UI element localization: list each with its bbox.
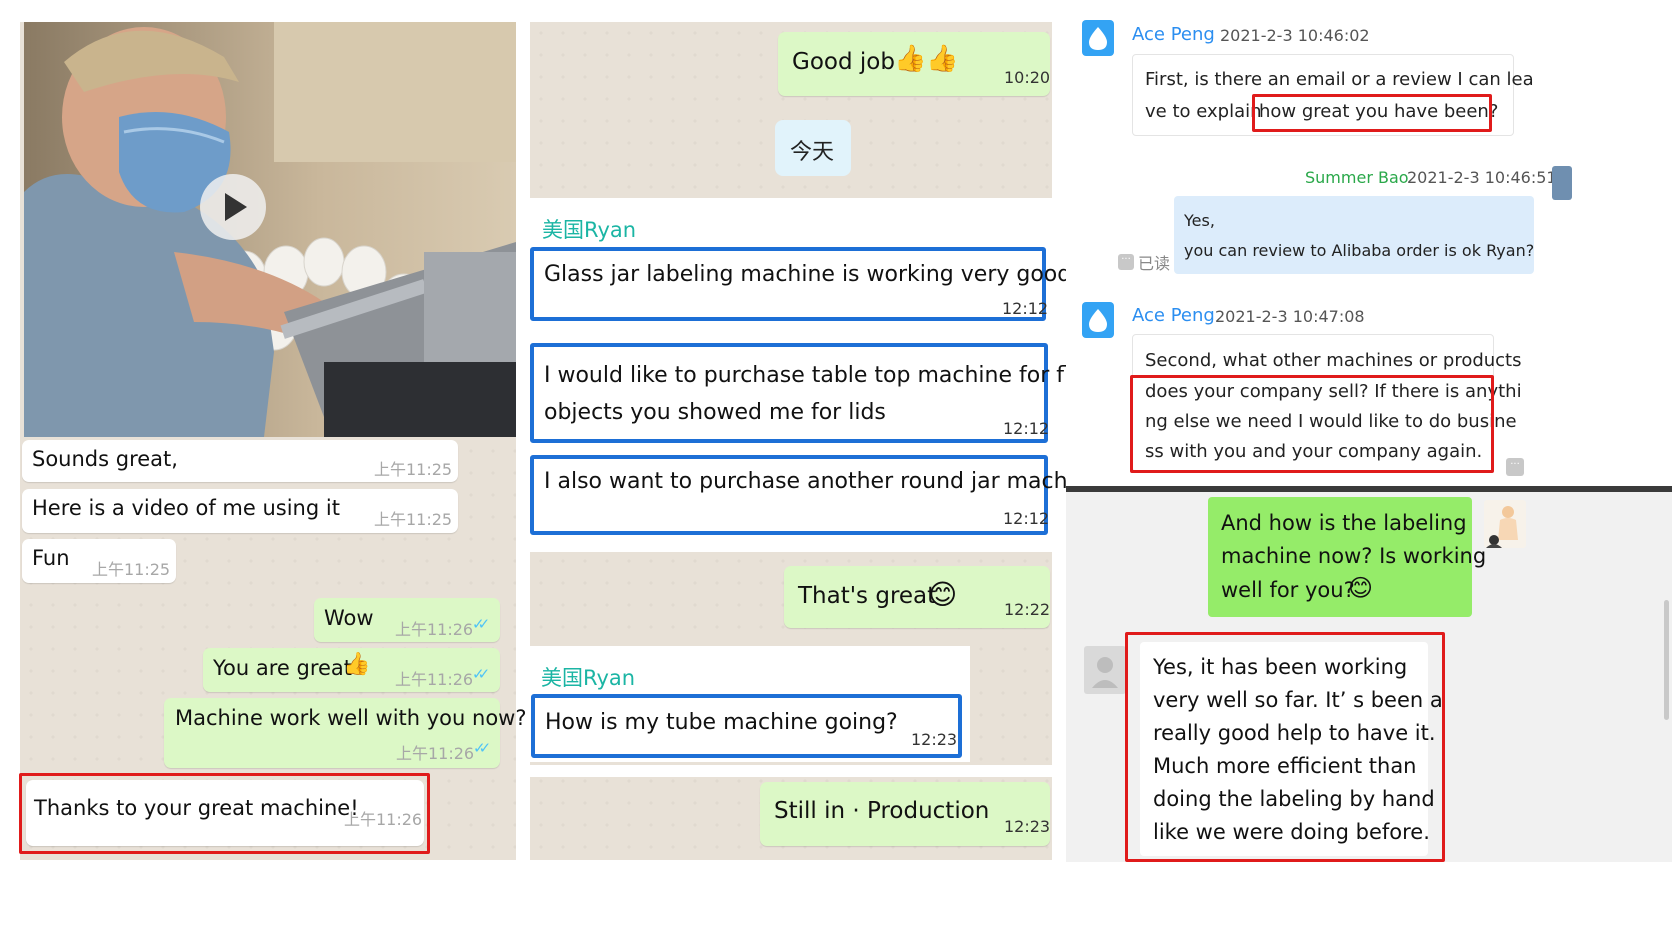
more-icon[interactable]: ··· — [1118, 254, 1134, 270]
sender-name: 美国Ryan — [542, 218, 637, 242]
message-text: Sounds great, — [32, 447, 178, 471]
sender-name: Summer Bao — [1305, 168, 1409, 187]
default-user-icon — [1092, 657, 1118, 688]
avatar — [1552, 166, 1572, 200]
message-bubble-outgoing: And how is the labeling machine now? Is … — [1208, 497, 1486, 617]
message-time: 12:12 — [1003, 419, 1050, 438]
highlight-box-blue: How is my tube machine going? 12:23 — [531, 694, 962, 758]
message-text: You are great — [213, 656, 353, 680]
message-text: Still in · Production — [774, 798, 990, 824]
more-icon[interactable]: ··· — [1506, 458, 1524, 476]
message-bubble-outgoing: That's great 😊 12:22 — [784, 566, 1050, 628]
message-time: 上午11:25 — [374, 510, 453, 529]
highlight-box-blue: I would like to purchase table top machi… — [530, 343, 1092, 443]
message-time: 上午11:26 — [395, 670, 474, 689]
message-time: 12:23 — [1004, 817, 1051, 836]
message-text: Good job — [792, 49, 895, 75]
video-scene — [24, 22, 516, 437]
message-text: Machine work well with you now? — [175, 706, 527, 730]
message-text: And how is the labeling — [1221, 511, 1467, 535]
play-button[interactable] — [200, 174, 266, 240]
message-time: 2021-2-3 10:47:08 — [1215, 307, 1365, 326]
read-status: 已读 — [1138, 254, 1171, 273]
video-thumbnail[interactable] — [24, 22, 516, 437]
thumbs-up-emoji-icon: 👍 — [343, 652, 371, 677]
highlight-box-blue: Glass jar labeling machine is working ve… — [530, 247, 1078, 321]
message-text: ve to explain — [1145, 101, 1262, 122]
scrollbar[interactable] — [1664, 600, 1669, 720]
highlight-box — [1252, 94, 1492, 132]
message-text: Yes, — [1184, 211, 1215, 230]
panel-separator — [530, 765, 1052, 777]
message-text: well for you? — [1221, 578, 1355, 602]
message-time: 上午11:25 — [374, 460, 453, 479]
avatar — [1484, 500, 1526, 548]
play-icon — [225, 193, 247, 221]
panel-separator — [530, 198, 1052, 206]
message-time: 12:23 — [911, 730, 958, 749]
message-time: 2021-2-3 10:46:02 — [1220, 26, 1370, 45]
message-bubble-outgoing: Yes, you can review to Alibaba order is … — [1174, 196, 1534, 274]
highlight-box — [1125, 632, 1445, 862]
message-text: I would like to purchase table top machi… — [544, 363, 1093, 388]
message-text: Glass jar labeling machine is working ve… — [544, 262, 1079, 287]
read-ticks-icon: ✓✓ — [472, 665, 490, 683]
message-bubble-outgoing: Wow 上午11:26 ✓✓ — [314, 598, 500, 642]
message-bubble-outgoing: Good job 👍👍 10:20 — [778, 32, 1050, 96]
panel-separator — [530, 542, 1052, 552]
read-ticks-icon: ✓✓ — [473, 739, 491, 757]
message-time: 上午11:26 — [396, 744, 475, 763]
message-text: That's great — [798, 583, 937, 609]
highlight-box — [1130, 375, 1494, 473]
drop-logo-icon — [1089, 309, 1107, 332]
message-text: machine now? Is working — [1221, 544, 1487, 568]
message-bubble-outgoing: Machine work well with you now? 上午11:26 … — [164, 698, 526, 768]
highlight-box — [19, 773, 430, 854]
message-time: 2021-2-3 10:46:51 — [1407, 168, 1557, 187]
message-bubble: Sounds great, 上午11:25 — [22, 440, 458, 482]
cartoon-avatar-icon — [1486, 506, 1518, 548]
message-time: 上午11:25 — [92, 560, 171, 579]
avatar — [1082, 20, 1114, 56]
avatar — [1084, 646, 1126, 694]
sender-name: Ace Peng — [1132, 24, 1215, 45]
avatar — [1082, 302, 1114, 338]
sender-name: 美国Ryan — [541, 666, 636, 690]
message-text: How is my tube machine going? — [545, 710, 898, 735]
message-time: 12:12 — [1003, 509, 1050, 528]
message-bubble-outgoing: You are great 👍 上午11:26 ✓✓ — [203, 648, 500, 692]
thumbs-up-emoji-icon: 👍👍 — [894, 44, 959, 74]
message-text: First, is there an email or a review I c… — [1145, 69, 1534, 90]
highlight-box-blue: I also want to purchase another round ja… — [530, 455, 1101, 535]
date-chip-label: 今天 — [790, 140, 835, 165]
message-text: I also want to purchase another round ja… — [544, 469, 1102, 494]
message-bubble-outgoing: Still in · Production 12:23 — [760, 782, 1050, 846]
sender-name: Ace Peng — [1132, 305, 1215, 326]
message-time: 12:12 — [1002, 299, 1049, 318]
drop-logo-icon — [1089, 27, 1107, 50]
message-text: Here is a video of me using it — [32, 496, 340, 520]
smiling-emoji-icon: 😊 — [1348, 574, 1374, 602]
read-ticks-icon: ✓✓ — [472, 615, 490, 633]
message-bubble: Fun 上午11:25 — [22, 539, 176, 583]
message-text: Wow — [324, 606, 374, 630]
message-text: Second, what other machines or products — [1145, 350, 1522, 371]
message-time: 上午11:26 — [395, 620, 474, 639]
smiling-emoji-icon: 😊 — [928, 578, 958, 611]
message-text: Fun — [32, 546, 70, 570]
message-time: 12:22 — [1004, 600, 1051, 619]
date-chip: 今天 — [775, 120, 851, 176]
message-text: you can review to Alibaba order is ok Ry… — [1184, 241, 1535, 260]
message-text: objects you showed me for lids — [544, 400, 886, 425]
message-bubble: Here is a video of me using it 上午11:25 — [22, 489, 458, 533]
message-time: 10:20 — [1004, 68, 1051, 87]
